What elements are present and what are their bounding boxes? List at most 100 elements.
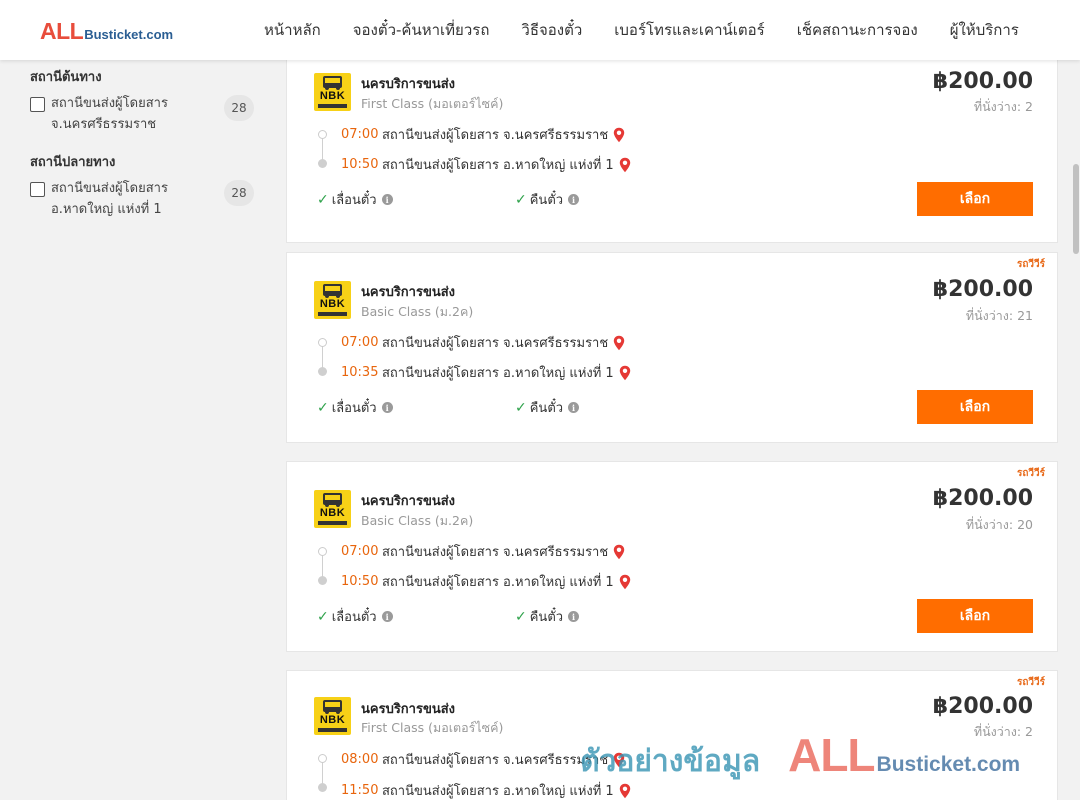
scrollbar-thumb[interactable]: [1073, 164, 1079, 254]
bus-logo-icon: NBK: [314, 697, 351, 735]
bus-class: Basic Class (ม.2ค): [361, 304, 474, 319]
trip-card: รถวีวีร์ NBK นครบริการขนส่ง First Class …: [286, 670, 1058, 800]
info-icon[interactable]: i: [381, 611, 393, 622]
nav-book-search[interactable]: จองตั๋ว-ค้นหาเที่ยวรถ: [353, 18, 490, 42]
nav-how-to-book[interactable]: วิธีจองตั๋ว: [521, 18, 582, 42]
feature-label: คืนตั๋ว: [529, 193, 564, 208]
check-icon: ✓: [317, 608, 329, 625]
ticket-price: ฿200.00: [932, 69, 1033, 94]
depart-station: สถานีขนส่งผู้โดยสาร จ.นครศรีธรรมราช: [382, 753, 609, 768]
info-icon[interactable]: i: [381, 402, 393, 413]
arrive-stop: 10:35 สถานีขนส่งผู้โดยสาร อ.หาดใหญ่ แห่ง…: [341, 362, 631, 383]
info-icon[interactable]: i: [568, 611, 580, 622]
arrive-time: 11:50: [341, 783, 379, 798]
ticket-price: ฿200.00: [932, 277, 1033, 302]
seats-available: ที่นั่งว่าง: 2: [973, 99, 1033, 114]
arrive-stop: 10:50 สถานีขนส่งผู้โดยสาร อ.หาดใหญ่ แห่ง…: [341, 571, 631, 592]
bus-logo-icon: NBK: [314, 281, 351, 319]
depart-stop: 08:00 สถานีขนส่งผู้โดยสาร จ.นครศรีธรรมรา…: [341, 749, 625, 770]
origin-filter-title: สถานีต้นทาง: [30, 70, 102, 85]
map-pin-icon[interactable]: [613, 335, 625, 351]
site-logo[interactable]: ALL Busticket.com: [40, 18, 173, 45]
bus-logo-text: NBK: [319, 714, 346, 726]
trip-card: NBK นครบริการขนส่ง First Class (มอเตอร์ไ…: [286, 52, 1058, 243]
nav-check-booking[interactable]: เช็คสถานะการจอง: [797, 18, 918, 42]
map-pin-icon[interactable]: [619, 157, 631, 173]
operator-name: นครบริการขนส่ง: [361, 285, 456, 300]
destination-count-badge: 28: [224, 180, 254, 206]
map-pin-icon[interactable]: [613, 544, 625, 560]
vip-tag: รถวีวีร์: [1016, 259, 1045, 270]
trip-card: รถวีวีร์ NBK นครบริการขนส่ง Basic Class …: [286, 252, 1058, 443]
filter-sidebar: สถานีต้นทาง สถานีขนส่งผู้โดยสาร จ.นครศรี…: [30, 60, 256, 220]
depart-time: 07:00: [341, 544, 379, 559]
vip-tag: รถวีวีร์: [1016, 468, 1045, 479]
origin-label-line-1: สถานีขนส่งผู้โดยสาร: [51, 96, 168, 111]
origin-filter-option[interactable]: สถานีขนส่งผู้โดยสาร จ.นครศรีธรรมราช 28: [30, 95, 256, 135]
nav-operators[interactable]: ผู้ให้บริการ: [950, 18, 1019, 42]
depart-dot: [318, 754, 327, 763]
ticket-price: ฿200.00: [932, 694, 1033, 719]
bus-logo-text: NBK: [319, 90, 346, 102]
info-icon[interactable]: i: [381, 194, 393, 205]
nav-contacts-counters[interactable]: เบอร์โทรและเคาน์เตอร์: [614, 18, 764, 42]
ticket-price: ฿200.00: [932, 486, 1033, 511]
check-icon: ✓: [515, 608, 527, 625]
arrive-station: สถานีขนส่งผู้โดยสาร อ.หาดใหญ่ แห่งที่ 1: [382, 366, 614, 381]
destination-filter-option[interactable]: สถานีขนส่งผู้โดยสาร อ.หาดใหญ่ แห่งที่ 1 …: [30, 180, 256, 220]
map-pin-icon[interactable]: [619, 574, 631, 590]
depart-station: สถานีขนส่งผู้โดยสาร จ.นครศรีธรรมราช: [382, 128, 609, 143]
select-trip-button[interactable]: เลือก: [917, 599, 1033, 633]
map-pin-icon[interactable]: [619, 783, 631, 799]
check-icon: ✓: [515, 399, 527, 416]
arrive-station: สถานีขนส่งผู้โดยสาร อ.หาดใหญ่ แห่งที่ 1: [382, 575, 614, 590]
info-icon[interactable]: i: [568, 402, 580, 413]
bus-logo-text: NBK: [319, 507, 346, 519]
feature-label: คืนตั๋ว: [529, 401, 564, 416]
main-nav: หน้าหลัก จองตั๋ว-ค้นหาเที่ยวรถ วิธีจองตั…: [248, 0, 1035, 60]
map-pin-icon[interactable]: [619, 365, 631, 381]
destination-filter-title: สถานีปลายทาง: [30, 155, 116, 170]
map-pin-icon[interactable]: [613, 752, 625, 768]
destination-checkbox[interactable]: [30, 182, 45, 197]
check-icon: ✓: [515, 191, 527, 208]
page-scrollbar[interactable]: [1072, 60, 1080, 800]
nav-home[interactable]: หน้าหลัก: [264, 18, 321, 42]
select-trip-button[interactable]: เลือก: [917, 182, 1033, 216]
feature-refund-ticket: ✓ คืนตั๋ว i: [515, 397, 580, 418]
arrive-stop: 10:50 สถานีขนส่งผู้โดยสาร อ.หาดใหญ่ แห่ง…: [341, 154, 631, 175]
bus-class: First Class (มอเตอร์ไซค์): [361, 720, 504, 735]
destination-label-line-1: สถานีขนส่งผู้โดยสาร: [51, 181, 168, 196]
depart-time: 07:00: [341, 127, 379, 142]
operator-name: นครบริการขนส่ง: [361, 702, 456, 717]
logo-all-text: ALL: [40, 18, 84, 44]
origin-label-line-2: จ.นครศรีธรรมราช: [51, 117, 157, 132]
seats-available: ที่นั่งว่าง: 2: [973, 724, 1033, 739]
feature-refund-ticket: ✓ คืนตั๋ว i: [515, 189, 580, 210]
map-pin-icon[interactable]: [613, 127, 625, 143]
depart-dot: [318, 130, 327, 139]
feature-change-ticket: ✓ เลื่อนตั๋ว i: [317, 189, 393, 210]
bus-logo-text: NBK: [319, 298, 346, 310]
check-icon: ✓: [317, 399, 329, 416]
arrive-dot: [318, 576, 327, 585]
feature-refund-ticket: ✓ คืนตั๋ว i: [515, 606, 580, 627]
trip-card: รถวีวีร์ NBK นครบริการขนส่ง Basic Class …: [286, 461, 1058, 652]
destination-option-label: สถานีขนส่งผู้โดยสาร อ.หาดใหญ่ แห่งที่ 1: [51, 178, 191, 220]
bus-class: First Class (มอเตอร์ไซค์): [361, 96, 504, 111]
feature-label: เลื่อนตั๋ว: [331, 193, 377, 208]
origin-checkbox[interactable]: [30, 97, 45, 112]
select-trip-button[interactable]: เลือก: [917, 390, 1033, 424]
seats-available: ที่นั่งว่าง: 20: [965, 517, 1033, 532]
origin-count-badge: 28: [224, 95, 254, 121]
depart-dot: [318, 547, 327, 556]
logo-rest-text: Busticket.com: [84, 27, 174, 42]
arrive-time: 10:50: [341, 574, 379, 589]
vip-tag: รถวีวีร์: [1016, 677, 1045, 688]
operator-name: นครบริการขนส่ง: [361, 77, 456, 92]
origin-option-label: สถานีขนส่งผู้โดยสาร จ.นครศรีธรรมราช: [51, 93, 191, 135]
bus-logo-icon: NBK: [314, 73, 351, 111]
info-icon[interactable]: i: [568, 194, 580, 205]
arrive-dot: [318, 159, 327, 168]
depart-stop: 07:00 สถานีขนส่งผู้โดยสาร จ.นครศรีธรรมรา…: [341, 332, 625, 353]
